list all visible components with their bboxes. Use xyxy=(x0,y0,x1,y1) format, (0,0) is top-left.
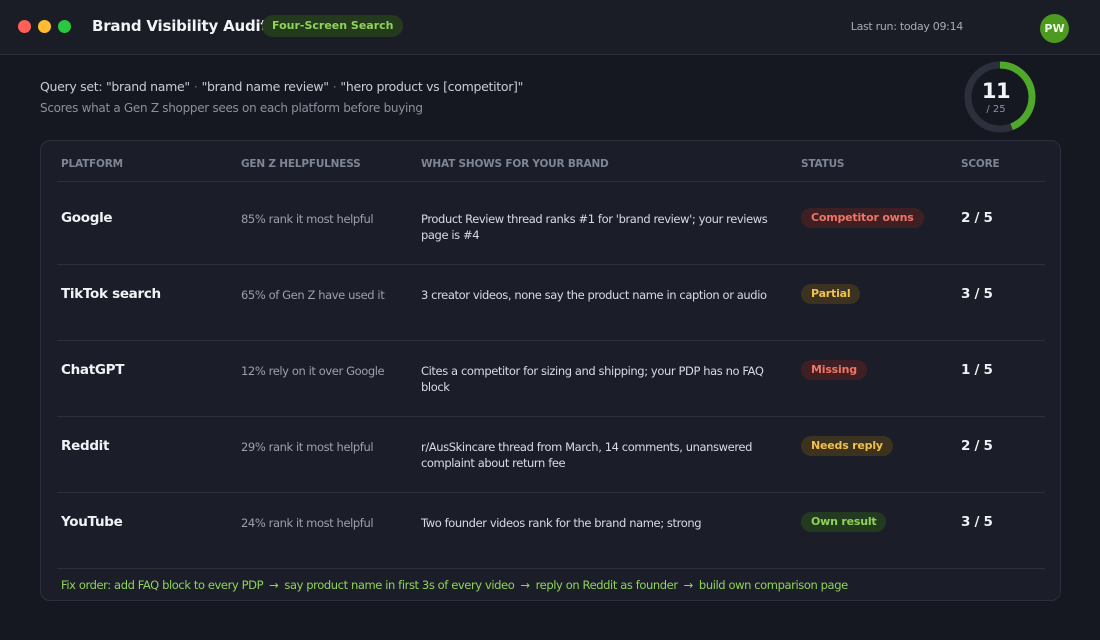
column-header-status[interactable]: STATUS xyxy=(801,158,844,170)
column-header-what-shows[interactable]: WHAT SHOWS FOR YOUR BRAND xyxy=(421,158,609,170)
platform-name: Google xyxy=(61,210,113,226)
overall-score-ring: 11 / 25 xyxy=(962,59,1038,135)
helpfulness-stat: 85% rank it most helpful xyxy=(241,212,374,226)
arrow-right-icon: → xyxy=(683,578,694,592)
fix-order: Fix order: add FAQ block to every PDP → sa… xyxy=(61,578,848,592)
overall-score: 11 xyxy=(981,79,1011,103)
query-term: "brand name" xyxy=(105,79,190,94)
table-row[interactable]: Reddit 29% rank it most helpful r/AusSki… xyxy=(41,416,1060,492)
audit-table: PLATFORM GEN Z HELPFULNESS WHAT SHOWS FO… xyxy=(40,140,1061,601)
fix-step: build own comparison page xyxy=(698,578,848,592)
brand-finding: Two founder videos rank for the brand na… xyxy=(421,516,702,530)
fix-order-label: Fix order: xyxy=(61,578,111,592)
minimize-window-button[interactable] xyxy=(38,20,51,33)
brand-finding: Product Review thread ranks #1 for 'bran… xyxy=(421,212,768,242)
last-run-timestamp: Last run: today 09:14 xyxy=(850,20,964,33)
user-avatar[interactable]: PW xyxy=(1040,14,1069,43)
status-badge: Needs reply xyxy=(801,436,893,456)
app-title: Brand Visibility Audit xyxy=(92,17,268,35)
fix-step: say product name in first 3s of every vi… xyxy=(284,578,515,592)
platform-score: 2 / 5 xyxy=(961,438,993,454)
close-window-button[interactable] xyxy=(18,20,31,33)
helpfulness-stat: 29% rank it most helpful xyxy=(241,440,374,454)
platform-score: 3 / 5 xyxy=(961,514,993,530)
platform-name: Reddit xyxy=(61,438,110,454)
column-header-platform[interactable]: PLATFORM xyxy=(61,158,123,170)
status-badge: Own result xyxy=(801,512,887,532)
arrow-right-icon: → xyxy=(520,578,530,592)
table-row[interactable]: YouTube 24% rank it most helpful Two fou… xyxy=(41,492,1060,568)
brand-finding: Cites a competitor for sizing and shippi… xyxy=(421,364,764,394)
platform-name: ChatGPT xyxy=(61,362,125,378)
fix-step: reply on Reddit as founder xyxy=(535,578,678,592)
query-set-label: Query set: xyxy=(40,79,103,94)
query-set: Query set: "brand name" · "brand name revi… xyxy=(40,79,523,94)
helpfulness-stat: 65% of Gen Z have used it xyxy=(241,288,385,302)
status-badge: Missing xyxy=(801,360,867,380)
query-separator: · xyxy=(193,79,198,94)
footer-divider xyxy=(57,568,1045,569)
arrow-right-icon: → xyxy=(269,578,279,592)
platform-score: 3 / 5 xyxy=(961,286,993,302)
column-header-score[interactable]: SCORE xyxy=(961,158,1000,170)
header-divider xyxy=(57,181,1045,182)
table-row[interactable]: TikTok search 65% of Gen Z have used it … xyxy=(41,264,1060,340)
platform-score: 2 / 5 xyxy=(961,210,993,226)
helpfulness-stat: 24% rank it most helpful xyxy=(241,516,374,530)
brand-finding: r/AusSkincare thread from March, 14 comm… xyxy=(421,440,752,470)
query-description: Scores what a Gen Z shopper sees on each… xyxy=(40,101,423,115)
platform-score: 1 / 5 xyxy=(961,362,993,378)
status-badge: Partial xyxy=(801,284,861,304)
platform-name: YouTube xyxy=(61,514,123,530)
helpfulness-stat: 12% rely on it over Google xyxy=(241,364,385,378)
column-header-helpfulness[interactable]: GEN Z HELPFULNESS xyxy=(241,158,361,170)
fix-step: add FAQ block to every PDP xyxy=(114,578,264,592)
platform-name: TikTok search xyxy=(61,286,161,302)
status-badge: Competitor owns xyxy=(801,208,924,228)
brand-finding: 3 creator videos, none say the product n… xyxy=(421,288,767,302)
query-term: "brand name review" xyxy=(201,79,329,94)
query-term: "hero product vs [competitor]" xyxy=(340,79,524,94)
overall-score-total: / 25 xyxy=(986,104,1006,115)
maximize-window-button[interactable] xyxy=(58,20,71,33)
mode-badge[interactable]: Four-Screen Search xyxy=(262,15,404,37)
table-row[interactable]: Google 85% rank it most helpful Product … xyxy=(41,188,1060,264)
query-separator: · xyxy=(332,79,337,94)
table-row[interactable]: ChatGPT 12% rely on it over Google Cites… xyxy=(41,340,1060,416)
title-bar: Brand Visibility Audit Four-Screen Searc… xyxy=(0,0,1100,55)
